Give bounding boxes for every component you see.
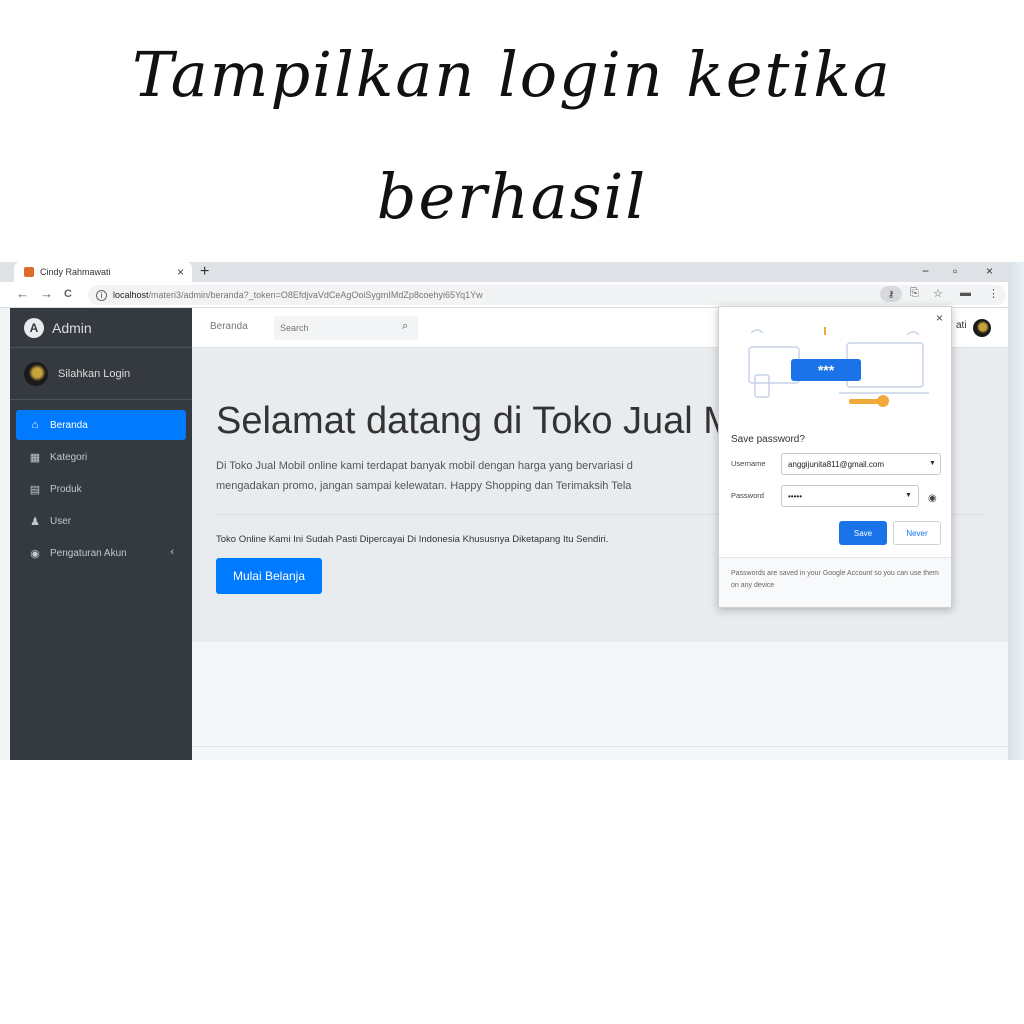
nav-link-beranda[interactable]: Beranda [210,321,248,332]
masked-password-text: *** [818,362,835,378]
password-illustration: *** [748,327,929,407]
restore-button[interactable]: ▫ [953,262,957,280]
browser-menu-icon[interactable]: ⋮ [988,287,999,300]
sidebar-item-kategori[interactable]: ▦ Kategori [16,442,186,472]
window-close-button[interactable]: × [986,262,993,280]
sidebar-item-label: Produk [50,483,82,495]
new-tab-button[interactable]: + [200,262,209,282]
username-field[interactable] [781,453,941,475]
sidebar-item-pengaturan-akun[interactable]: ◉ Pengaturan Akun ‹ [16,538,186,568]
save-button[interactable]: Save [839,521,887,545]
content-area [192,642,1008,760]
translate-icon[interactable]: ⎘ [910,287,919,300]
box-icon: ▤ [29,483,41,496]
tab-bar: Cindy Rahmawati × + − ▫ × [0,262,1008,282]
brand-link[interactable]: A Admin [10,308,192,348]
tab-close-icon[interactable]: × [177,265,184,279]
sidebar-item-label: Beranda [50,419,88,431]
dialog-title: Save password? [731,434,805,445]
welcome-title: Selamat datang di Toko Jual M [216,400,735,442]
sidebar-item-label: Pengaturan Akun [50,547,127,559]
footer-divider [192,746,1008,747]
brand-text: Admin [52,319,92,336]
password-field[interactable] [781,485,919,507]
username-dropdown-icon[interactable]: ▼ [929,460,936,467]
search-input[interactable] [274,316,418,340]
username-label: Username [731,459,766,468]
user-panel[interactable]: Silahkan Login [10,348,192,400]
address-bar[interactable]: i localhost/materi3/admin/beranda?_token… [88,285,1006,305]
brand-logo-icon: A [24,317,44,338]
home-icon: ⌂ [31,419,39,431]
browser-tab[interactable]: Cindy Rahmawati × [14,262,192,282]
browser-screenshot: Cindy Rahmawati × + − ▫ × ← → C i localh… [0,262,1024,760]
nav-user-name[interactable]: ati [956,320,967,331]
search-icon[interactable]: ⌕ [402,320,408,333]
sidebar-item-label: Kategori [50,451,88,463]
sidebar: A Admin Silahkan Login ⌂ Beranda ▦ Kateg… [10,308,192,760]
dialog-close-icon[interactable]: × [936,311,943,325]
dashboard-icon: ◉ [30,547,40,560]
address-row: ← → C i localhost/materi3/admin/beranda?… [0,282,1008,308]
user-name: Silahkan Login [58,367,131,380]
sidebar-item-beranda[interactable]: ⌂ Beranda [16,410,186,440]
caption-line-1: Tampilkan login ketika [132,38,892,111]
minimize-button[interactable]: − [922,262,929,280]
tab-title: Cindy Rahmawati [40,267,111,277]
extension-icon[interactable]: ▬ [960,287,971,299]
forward-icon[interactable]: → [40,286,53,301]
password-label: Password [731,491,764,500]
bookmark-star-icon[interactable]: ☆ [933,287,943,300]
mulai-belanja-button[interactable]: Mulai Belanja [216,558,322,594]
avatar [24,361,48,386]
chevron-left-icon: ‹ [170,546,174,558]
info-icon[interactable]: i [96,289,107,301]
sidebar-item-user[interactable]: ♟ User [16,506,186,536]
grid-icon: ▦ [29,451,41,464]
lead-line-1: Di Toko Jual Mobil online kami terdapat … [216,460,633,472]
nav-avatar[interactable] [973,319,991,337]
sidebar-item-label: User [50,515,72,527]
eye-icon[interactable]: ◉ [928,493,937,504]
save-password-dialog: × *** Save password? Username ▼ Password… [718,306,952,608]
trust-text: Toko Online Kami Ini Sudah Pasti Diperca… [216,534,609,545]
sidebar-menu: ⌂ Beranda ▦ Kategori ▤ Produk ♟ User ◉ P… [10,400,192,568]
password-dropdown-icon[interactable]: ▼ [905,492,912,499]
never-button[interactable]: Never [893,521,941,545]
dialog-footer-text: Passwords are saved in your Google Accou… [719,557,951,607]
reload-icon[interactable]: C [64,288,72,300]
url-host: localhost [113,290,149,300]
sidebar-item-produk[interactable]: ▤ Produk [16,474,186,504]
user-icon: ♟ [30,515,40,528]
lead-line-2: mengadakan promo, jangan sampai kelewata… [216,480,632,492]
back-icon[interactable]: ← [16,286,29,301]
favicon-icon [24,267,34,277]
side-strip [1008,262,1024,760]
caption-line-2: berhasil [376,160,648,233]
welcome-lead: Di Toko Jual Mobil online kami terdapat … [216,456,756,496]
key-icon[interactable]: ⚷ [880,286,902,302]
page: Tampilkan login ketika berhasil Cindy Ra… [0,0,1024,1024]
url-path: /materi3/admin/beranda?_token=O8EfdjvaVd… [148,290,483,300]
